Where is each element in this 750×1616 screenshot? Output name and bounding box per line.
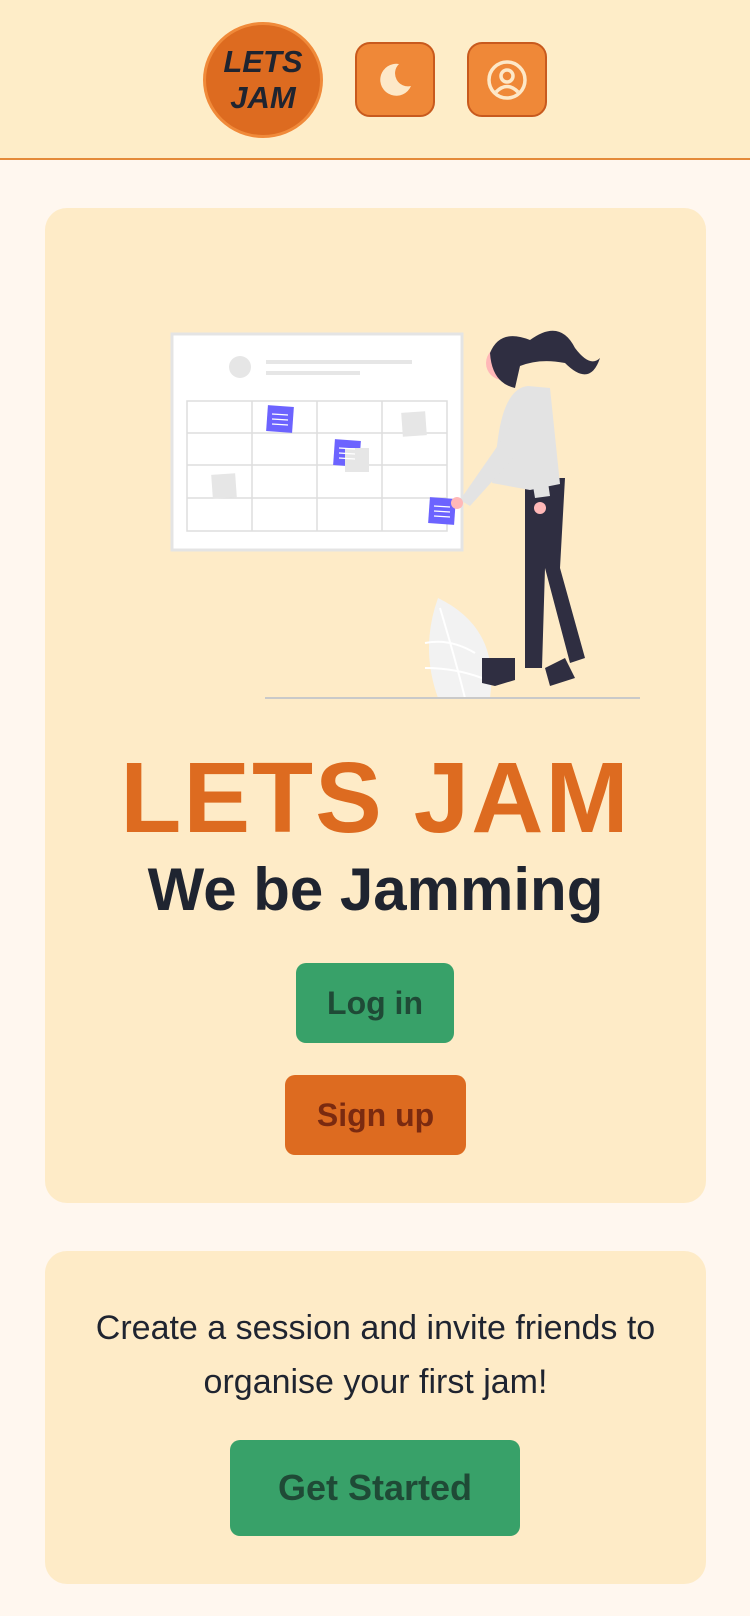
cta-message: Create a session and invite friends to o… <box>95 1309 656 1401</box>
moon-icon <box>380 63 411 96</box>
get-started-card: Create a session and invite friends to o… <box>45 1251 706 1584</box>
profile-button[interactable] <box>467 42 547 117</box>
signup-button[interactable]: Sign up <box>285 1075 466 1155</box>
tagline: We be Jamming <box>147 856 604 923</box>
theme-toggle-button[interactable] <box>355 42 435 117</box>
top-bar: LETS JAM <box>0 0 750 160</box>
calendar-planning-illustration <box>170 330 640 699</box>
app-title: LETS JAM <box>120 742 631 854</box>
logo-line-1: LETS <box>223 44 303 79</box>
get-started-button[interactable]: Get Started <box>230 1440 520 1536</box>
logo[interactable]: LETS JAM <box>203 22 323 138</box>
login-button[interactable]: Log in <box>296 963 454 1043</box>
logo-line-2: JAM <box>230 80 296 115</box>
hero-card: LETS JAM We be Jamming Log in Sign up <box>45 208 706 1203</box>
user-circle-icon <box>487 59 527 100</box>
